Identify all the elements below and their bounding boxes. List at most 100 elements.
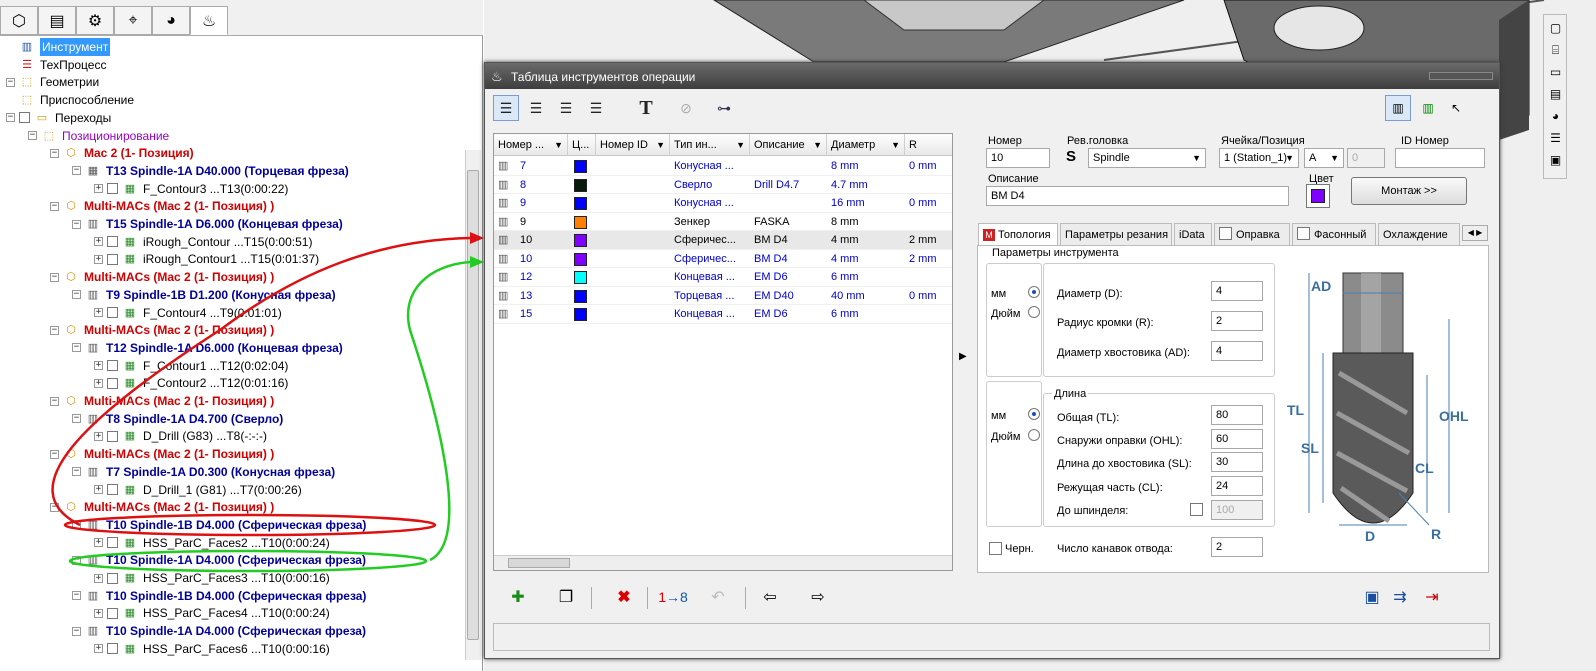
radius-label: Радиус кромки (R): [1057, 317, 1154, 329]
view-compact-icon[interactable]: ☰ [553, 95, 579, 121]
description-label: Описание [988, 173, 1039, 185]
shank-input[interactable]: 4 [1211, 341, 1263, 361]
unit-inch-radio[interactable] [1028, 306, 1040, 318]
tab-topology[interactable]: M Топология [978, 223, 1058, 246]
cell-type: Зенкер [674, 215, 711, 228]
save-as-icon[interactable]: ⇉ [1385, 583, 1415, 611]
unit-inch-radio-2[interactable] [1028, 429, 1040, 441]
tool-grid: Номер ... ▼ Ц... Номер ID ▼ Тип ин... ▼ Опи… [493, 133, 953, 571]
cell-dropdown[interactable]: 1 (Station_1) ▼ [1219, 148, 1299, 168]
col-diameter-label: Диаметр [831, 139, 876, 151]
tl-input[interactable]: 80 [1211, 405, 1263, 425]
to-spindle-checkbox[interactable] [1190, 503, 1203, 516]
diameter-input[interactable]: 4 [1211, 281, 1263, 301]
delete-icon[interactable]: ✖ [609, 583, 639, 611]
tool-view-icon[interactable]: ▥ [1385, 95, 1411, 121]
list-icon[interactable]: ☰ [1546, 129, 1565, 147]
description-input[interactable]: BM D4 [986, 186, 1289, 206]
view-icon[interactable]: ▤ [1546, 85, 1565, 103]
view-plain-icon[interactable]: ☰ [583, 95, 609, 121]
cell-number: 12 [520, 271, 533, 283]
cell-color-swatch [574, 178, 587, 192]
part-icon[interactable]: ⌸ [1546, 41, 1565, 59]
view-list-icon[interactable]: ☰ [493, 95, 519, 121]
comment-icon[interactable]: ▣ [1546, 151, 1565, 169]
panel-expand-icon[interactable]: ▶ [959, 351, 967, 362]
col-id[interactable]: Номер ID ▼ [596, 134, 670, 156]
save-icon[interactable]: ▣ [1357, 583, 1387, 611]
sl-dim-label: SL [1301, 440, 1319, 456]
table-row[interactable]: ▥ 9 Зенкер FASKA 8 mm [494, 213, 952, 231]
grid-rows: ▥ 7 Конусная ... 8 mm 0 mm ▥ 8 Сверло Drill D4.7… [494, 157, 952, 337]
holder-view-icon[interactable]: ▥ [1415, 95, 1441, 121]
folder-icon[interactable]: ▭ [1546, 63, 1565, 81]
table-row[interactable]: ▥ 8 Сверло Drill D4.7 4.7 mm [494, 176, 952, 194]
dialog-title-bar[interactable]: ♨ Таблица инструментов операции [485, 63, 1499, 89]
turret-dropdown[interactable]: Spindle ▼ [1088, 148, 1206, 168]
col-r[interactable]: R [905, 134, 952, 156]
filter-icon[interactable]: ⊘ [673, 95, 699, 121]
col-diameter[interactable]: Диаметр ▼ [827, 134, 905, 156]
import-icon[interactable]: ⇦ [755, 583, 785, 611]
cell-description: EM D6 [754, 271, 788, 283]
table-row[interactable]: ▥ 9 Конусная ... 16 mm 0 mm [494, 194, 952, 213]
cl-input[interactable]: 24 [1211, 476, 1263, 496]
table-row[interactable]: ▥ 10 Сферичес... BM D4 4 mm 2 mm [494, 231, 952, 250]
window-controls[interactable] [1429, 72, 1493, 80]
appearance-icon[interactable]: ◕ [1546, 107, 1565, 125]
color-picker[interactable] [1306, 184, 1330, 208]
col-number-label: Номер ... [498, 139, 545, 151]
table-row[interactable]: ▥ 12 Концевая ... EM D6 6 mm [494, 268, 952, 287]
renumber-icon[interactable]: 1 →8 [651, 583, 695, 611]
view-detail-icon[interactable]: ☰ [523, 95, 549, 121]
col-type[interactable]: Тип ин... ▼ [670, 134, 750, 156]
exit-icon[interactable]: ⇥ [1417, 583, 1447, 611]
cell-r [905, 176, 952, 194]
ohl-input[interactable]: 60 [1211, 429, 1263, 449]
sl-input[interactable]: 30 [1211, 452, 1263, 472]
unit-mm-radio-2[interactable] [1028, 408, 1040, 420]
grid-hscroll[interactable] [494, 555, 952, 570]
add-tool-icon[interactable]: ✚ [503, 583, 533, 611]
unit-mm-radio[interactable] [1028, 286, 1040, 298]
table-row[interactable]: ▥ 10 Сферичес... BM D4 4 mm 2 mm [494, 250, 952, 268]
table-row[interactable]: ▥ 13 Торцевая ... EM D40 40 mm 0 mm [494, 287, 952, 305]
number-input[interactable]: 10 [986, 148, 1050, 168]
cell-description [750, 157, 827, 175]
position-dropdown[interactable]: A ▼ [1304, 148, 1344, 168]
to-spindle-input[interactable]: 100 [1211, 500, 1263, 520]
tab-shaped[interactable]: Фасонный [1292, 223, 1376, 245]
cube-icon[interactable]: ▢ [1546, 19, 1565, 37]
grid-hscroll-thumb[interactable] [508, 558, 570, 568]
position-index-input[interactable]: 0 [1347, 148, 1385, 168]
cell-r: 2 mm [909, 234, 937, 246]
col-description[interactable]: Описание ▼ [750, 134, 827, 156]
copy-icon[interactable]: ❐ [551, 583, 581, 611]
rough-checkbox[interactable] [989, 542, 1002, 555]
radius-input[interactable]: 2 [1211, 311, 1263, 331]
id-input[interactable] [1395, 148, 1485, 168]
binoculars-icon[interactable]: ⊶ [711, 95, 737, 121]
flutes-input[interactable]: 2 [1211, 537, 1263, 557]
undo-icon[interactable]: ↶ [703, 583, 733, 611]
tab-idata[interactable]: iData [1174, 223, 1212, 245]
export-icon[interactable]: ⇨ [803, 583, 833, 611]
table-row[interactable]: ▥ 7 Конусная ... 8 mm 0 mm [494, 157, 952, 176]
topology-icon: M [983, 229, 995, 241]
tab-holder[interactable]: Оправка [1214, 223, 1290, 245]
turret-value: Spindle [1093, 152, 1130, 164]
col-number[interactable]: Номер ... ▼ [494, 134, 568, 156]
pointer-view-icon[interactable]: ↖ [1443, 95, 1469, 121]
dialog-title: Таблица инструментов операции [511, 70, 696, 84]
holder-checkbox[interactable] [1219, 227, 1232, 240]
text-icon[interactable]: T [633, 95, 659, 121]
tab-cooling[interactable]: Охлаждение [1378, 223, 1460, 245]
col-color[interactable]: Ц... [568, 134, 596, 156]
mount-button[interactable]: Монтаж >> [1351, 177, 1467, 205]
turret-label: Рев.головка [1067, 135, 1129, 147]
mount-button-label: Монтаж >> [1381, 185, 1437, 197]
tab-scroll-arrows[interactable]: ◀ ▶ [1462, 225, 1488, 241]
table-row[interactable]: ▥ 15 Концевая ... EM D6 6 mm [494, 305, 952, 324]
shaped-checkbox[interactable] [1297, 227, 1310, 240]
tab-cutting-params[interactable]: Параметры резания [1060, 223, 1172, 245]
